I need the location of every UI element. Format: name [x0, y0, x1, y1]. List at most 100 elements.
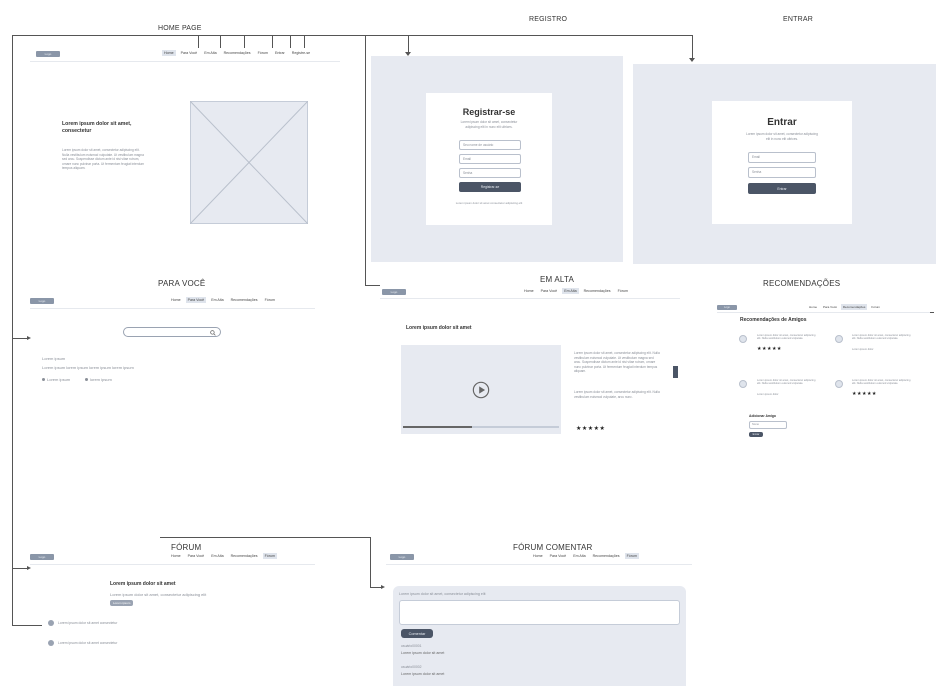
nav-forum[interactable]: Fórum [263, 297, 277, 303]
forum-item-2[interactable]: Lorem ipsum dolor sit amet consectetur [58, 641, 117, 645]
rating-stars[interactable]: ★★★★★ [576, 425, 605, 432]
nav-home[interactable]: Home [522, 288, 536, 294]
home-nav-divider [30, 61, 340, 62]
nav-recomendacoes[interactable]: Recomendações [582, 288, 613, 294]
entrar-subtitle: Lorem ipsum dolor sit amet, consectetur … [746, 132, 818, 141]
nav-home[interactable]: Home [531, 553, 545, 559]
arrow-forum-comentar [381, 585, 385, 589]
video-player[interactable] [401, 345, 561, 434]
comment-2-user: usuário00002 [401, 665, 422, 669]
nav-para-voce[interactable]: Para Você [821, 304, 839, 310]
nav-para-voce[interactable]: Para Você [548, 553, 569, 559]
nav-recomendacoes[interactable]: Recomendações [591, 553, 622, 559]
nav-para-voce[interactable]: Para Você [179, 50, 200, 56]
nav-para-voce[interactable]: Para Você [186, 553, 207, 559]
avatar [835, 335, 843, 343]
forum-comentar-divider [386, 564, 692, 565]
label-home-page: HOME PAGE [158, 25, 202, 32]
comment-textarea[interactable] [399, 600, 680, 625]
registro-username-input[interactable]: Seu nome de usuário [459, 140, 521, 150]
nav-forum[interactable]: Fórum [616, 288, 630, 294]
logo[interactable]: Logo [382, 289, 406, 295]
label-em-alta: EM ALTA [540, 275, 575, 284]
para-voce-option-1[interactable]: Lorem ipsum [42, 377, 70, 382]
entrar-submit-button[interactable]: Entrar [748, 183, 816, 194]
nav-para-voce[interactable]: Para Você [185, 297, 207, 303]
search-input[interactable] [123, 327, 221, 337]
play-icon[interactable] [472, 381, 490, 399]
forum-item-dot [48, 640, 54, 646]
nav-home[interactable]: Home [807, 304, 819, 310]
nav-recomendacoes[interactable]: Recomendações [229, 553, 260, 559]
connector-top [12, 35, 692, 36]
nav-home[interactable]: Home [162, 50, 176, 56]
connector-em-alta [365, 285, 380, 286]
em-alta-body-2: Lorem ipsum dolor sit amet, consectetur … [574, 390, 660, 399]
forum-comentar-nav: Home Para Você Em Alta Recomendações Fór… [531, 553, 639, 559]
nav-recomendacoes[interactable]: Recomendações [840, 304, 868, 310]
video-progress-track[interactable] [403, 426, 559, 428]
entrar-password-input[interactable]: Senha [748, 167, 816, 178]
connector-left-bottom [12, 625, 42, 626]
logo[interactable]: Logo [30, 554, 54, 560]
connector-entrar [692, 35, 693, 59]
tick-1 [198, 35, 199, 48]
rec-item-2-text: Lorem ipsum dolor sit amet, consectetur … [852, 334, 911, 341]
nav-forum[interactable]: Fórum [262, 553, 277, 559]
logo[interactable]: Logo [717, 305, 737, 310]
connector-forum-top [160, 537, 370, 538]
home-body: Lorem ipsum dolor sit amet, consectetur … [62, 148, 145, 171]
nav-forum[interactable]: Fórum [256, 50, 270, 56]
registro-footer: Lorem ipsum dolor sit amet consectetur a… [455, 201, 523, 205]
nav-entrar[interactable]: Entrar [273, 50, 287, 56]
recomendacoes-divider [717, 312, 930, 313]
logo[interactable]: Logo [36, 51, 60, 57]
entrar-email-input[interactable]: Email [748, 152, 816, 163]
forum-item-1[interactable]: Lorem ipsum dolor sit amet consectetur [58, 621, 117, 625]
radio-icon [42, 378, 45, 381]
nav-recomendacoes[interactable]: Recomendações [222, 50, 253, 56]
connector-left [12, 35, 13, 625]
home-headline: Lorem ipsum dolor sit amet, consectetur [62, 121, 132, 134]
home-image-placeholder [190, 101, 308, 224]
logo[interactable]: Logo [30, 298, 54, 304]
comment-1-text: Lorem ipsum dolor sit amet [401, 651, 445, 655]
recomendacoes-nav: Home Para Você Recomendações Fórum [807, 304, 882, 310]
nav-em-alta[interactable]: Em Alta [209, 553, 225, 559]
scrollbar-handle[interactable] [673, 366, 678, 378]
forum-title: Lorem ipsum dolor sit amet [110, 581, 176, 587]
rec-item-4-text: Lorem ipsum dolor sit amet, consectetur … [852, 379, 911, 386]
nav-forum[interactable]: Fórum [869, 304, 882, 310]
avatar [739, 380, 747, 388]
connector-forum [12, 568, 28, 569]
entrar-title: Entrar [767, 117, 797, 128]
add-friend-input[interactable]: Nome [749, 421, 787, 429]
comment-submit-button[interactable]: Comentar [401, 629, 433, 638]
registro-submit-button[interactable]: Registrar-se [459, 182, 521, 192]
label-para-voce: PARA VOCÊ [158, 279, 206, 288]
comment-1-user: usuário00001 [401, 644, 422, 648]
nav-em-alta[interactable]: Em Alta [571, 553, 587, 559]
registro-password-input[interactable]: Senha [459, 168, 521, 178]
nav-em-alta[interactable]: Em Alta [202, 50, 218, 56]
nav-forum[interactable]: Fórum [624, 553, 639, 559]
logo[interactable]: Logo [390, 554, 414, 560]
nav-para-voce[interactable]: Para Você [539, 288, 560, 294]
add-friend-button[interactable]: Enviar [749, 432, 763, 437]
nav-em-alta[interactable]: Em Alta [562, 288, 579, 294]
nav-home[interactable]: Home [169, 297, 183, 303]
nav-home[interactable]: Home [169, 553, 183, 559]
nav-em-alta[interactable]: Em Alta [209, 297, 225, 303]
connector-forum-comentar [370, 537, 371, 587]
registro-email-input[interactable]: Email [459, 154, 521, 164]
arrow-entrar [689, 58, 695, 62]
option-label: Lorem ipsum [47, 377, 71, 382]
tick-5 [290, 35, 291, 48]
avatar [739, 335, 747, 343]
nav-registre-se[interactable]: Registre-se [290, 50, 312, 56]
rec-item-4-stars: ★★★★★ [852, 391, 877, 397]
rec-item-2-caption: Lorem ipsum dolor [852, 348, 874, 351]
forum-badge[interactable]: Lorem ipsum [110, 600, 134, 606]
para-voce-option-2[interactable]: lorem ipsum [85, 377, 112, 382]
nav-recomendacoes[interactable]: Recomendações [229, 297, 260, 303]
